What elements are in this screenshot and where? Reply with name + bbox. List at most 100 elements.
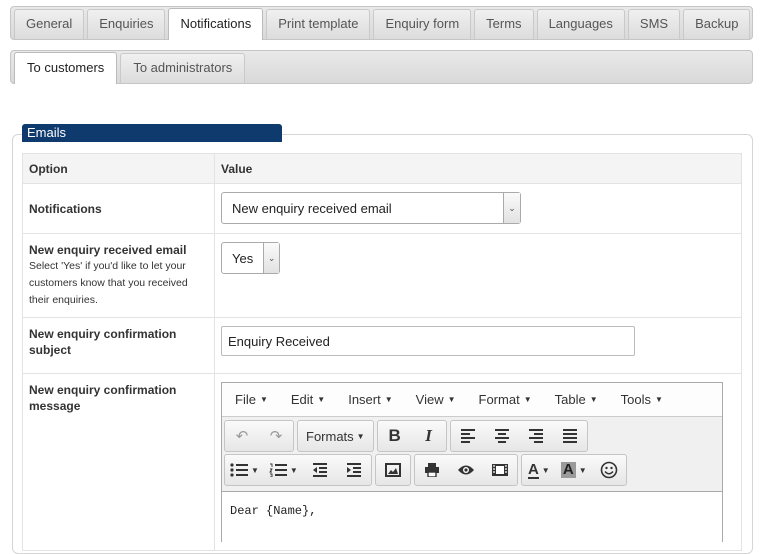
menu-table[interactable]: Table ▼ bbox=[546, 392, 607, 407]
subject-input[interactable] bbox=[221, 326, 635, 356]
formats-label: Formats bbox=[306, 428, 354, 444]
editor-content[interactable]: Dear {Name}, bbox=[222, 492, 722, 530]
message-label: New enquiry confirmation message bbox=[22, 373, 215, 551]
main-tabs: General Enquiries Notifications Print te… bbox=[10, 6, 753, 40]
tab-notifications[interactable]: Notifications bbox=[168, 8, 264, 40]
caret-down-icon: ▼ bbox=[384, 395, 393, 404]
received-option: New enquiry received email Select 'Yes' … bbox=[22, 233, 215, 318]
notifications-value: New enquiry received email ⌄ bbox=[214, 183, 742, 234]
text-color-button[interactable]: A ▼ bbox=[522, 455, 556, 485]
table-row: New enquiry received email Select 'Yes' … bbox=[22, 233, 742, 318]
formats-dropdown[interactable]: Formats ▼ bbox=[298, 421, 373, 451]
bullet-list-icon[interactable]: ▼ bbox=[225, 455, 264, 485]
col-option-header: Option bbox=[22, 153, 215, 184]
menu-edit[interactable]: Edit ▼ bbox=[282, 392, 334, 407]
image-group bbox=[374, 454, 411, 486]
received-select-value: Yes bbox=[232, 250, 254, 266]
style-group: B I bbox=[376, 420, 447, 452]
received-value: Yes ⌄ bbox=[214, 233, 742, 318]
menu-tools[interactable]: Tools ▼ bbox=[612, 392, 672, 407]
chevron-down-icon: ⌄ bbox=[503, 193, 520, 223]
options-table: Option Value Notifications New enquiry r… bbox=[22, 153, 742, 551]
caret-down-icon: ▼ bbox=[541, 465, 550, 475]
align-right-icon[interactable] bbox=[519, 421, 553, 451]
table-row: New enquiry confirmation subject bbox=[22, 317, 742, 374]
undo-icon[interactable]: ↶ bbox=[225, 421, 259, 451]
caret-down-icon: ▼ bbox=[654, 395, 663, 404]
notifications-select[interactable]: New enquiry received email ⌄ bbox=[221, 192, 521, 224]
caret-down-icon: ▼ bbox=[523, 395, 532, 404]
toolbar-row: ▼ ▼ A ▼ A ▼ bbox=[224, 454, 720, 486]
background-color-icon: A bbox=[560, 461, 576, 478]
emoticon-icon[interactable] bbox=[592, 455, 626, 485]
redo-icon[interactable]: ↷ bbox=[259, 421, 293, 451]
menu-table-label: Table bbox=[554, 392, 586, 407]
print-icon[interactable] bbox=[415, 455, 449, 485]
align-left-icon[interactable] bbox=[451, 421, 485, 451]
caret-down-icon: ▼ bbox=[578, 465, 587, 475]
italic-button[interactable]: I bbox=[412, 421, 446, 451]
color-group: A ▼ A ▼ bbox=[520, 454, 627, 486]
received-select[interactable]: Yes ⌄ bbox=[221, 242, 280, 274]
menu-edit-label: Edit bbox=[290, 392, 314, 407]
table-row: Notifications New enquiry received email… bbox=[22, 183, 742, 234]
subject-label: New enquiry confirmation subject bbox=[22, 317, 215, 374]
tab-to-administrators[interactable]: To administrators bbox=[120, 53, 246, 83]
image-icon[interactable] bbox=[376, 455, 410, 485]
text-color-icon: A bbox=[527, 460, 539, 479]
toolbar-row: ↶ ↷ Formats ▼ B I bbox=[224, 420, 720, 452]
caret-down-icon: ▼ bbox=[259, 395, 268, 404]
caret-down-icon: ▼ bbox=[589, 395, 598, 404]
table-header: Option Value bbox=[22, 153, 742, 184]
menu-format-label: Format bbox=[478, 392, 520, 407]
menu-insert-label: Insert bbox=[348, 392, 381, 407]
received-description: Select 'Yes' if you'd like to let your c… bbox=[29, 260, 188, 306]
notifications-label: Notifications bbox=[22, 183, 215, 234]
menu-view[interactable]: View ▼ bbox=[407, 392, 465, 407]
menu-format[interactable]: Format ▼ bbox=[470, 392, 541, 407]
align-justify-icon[interactable] bbox=[553, 421, 587, 451]
section-legend: Emails bbox=[22, 124, 282, 142]
history-group: ↶ ↷ bbox=[224, 420, 294, 452]
preview-icon[interactable] bbox=[449, 455, 483, 485]
rich-text-editor: File ▼ Edit ▼ Insert ▼ View ▼ Format ▼ Table ▼… bbox=[221, 382, 723, 542]
tab-to-customers[interactable]: To customers bbox=[14, 52, 118, 84]
tab-languages[interactable]: Languages bbox=[536, 9, 625, 39]
align-group bbox=[449, 420, 588, 452]
chevron-down-icon: ⌄ bbox=[263, 243, 279, 273]
caret-down-icon: ▼ bbox=[356, 431, 365, 441]
indent-icon[interactable] bbox=[337, 455, 371, 485]
tab-enquiries[interactable]: Enquiries bbox=[87, 9, 166, 39]
menu-file-label: File bbox=[235, 392, 256, 407]
list-group: ▼ ▼ bbox=[224, 454, 372, 486]
subject-value bbox=[214, 317, 742, 374]
tab-backup[interactable]: Backup bbox=[683, 9, 751, 39]
formats-group: Formats ▼ bbox=[297, 420, 374, 452]
numbered-list-icon[interactable]: ▼ bbox=[264, 455, 303, 485]
tab-terms[interactable]: Terms bbox=[474, 9, 534, 39]
menu-insert[interactable]: Insert ▼ bbox=[339, 392, 401, 407]
misc-group bbox=[413, 454, 518, 486]
tab-sms[interactable]: SMS bbox=[627, 9, 681, 39]
menu-tools-label: Tools bbox=[620, 392, 651, 407]
col-value-header: Value bbox=[214, 153, 742, 184]
outdent-icon[interactable] bbox=[303, 455, 337, 485]
notification-subtabs: To customers To administrators bbox=[10, 50, 753, 84]
message-value: File ▼ Edit ▼ Insert ▼ View ▼ Format ▼ Table ▼… bbox=[214, 373, 742, 551]
tab-general[interactable]: General bbox=[14, 9, 85, 39]
bold-button[interactable]: B bbox=[378, 421, 412, 451]
table-row: New enquiry confirmation message File ▼ E… bbox=[22, 373, 742, 551]
caret-down-icon: ▼ bbox=[447, 395, 456, 404]
tab-print-template[interactable]: Print template bbox=[266, 9, 371, 39]
notifications-select-value: New enquiry received email bbox=[232, 200, 392, 216]
align-center-icon[interactable] bbox=[485, 421, 519, 451]
media-icon[interactable] bbox=[483, 455, 517, 485]
background-color-button[interactable]: A ▼ bbox=[556, 455, 592, 485]
caret-down-icon: ▼ bbox=[251, 465, 259, 475]
caret-down-icon: ▼ bbox=[317, 395, 326, 404]
menu-file[interactable]: File ▼ bbox=[226, 392, 277, 407]
editor-menubar: File ▼ Edit ▼ Insert ▼ View ▼ Format ▼ Table ▼… bbox=[222, 383, 722, 417]
received-label: New enquiry received email bbox=[29, 243, 187, 257]
menu-view-label: View bbox=[415, 392, 444, 407]
tab-enquiry-form[interactable]: Enquiry form bbox=[373, 9, 472, 39]
